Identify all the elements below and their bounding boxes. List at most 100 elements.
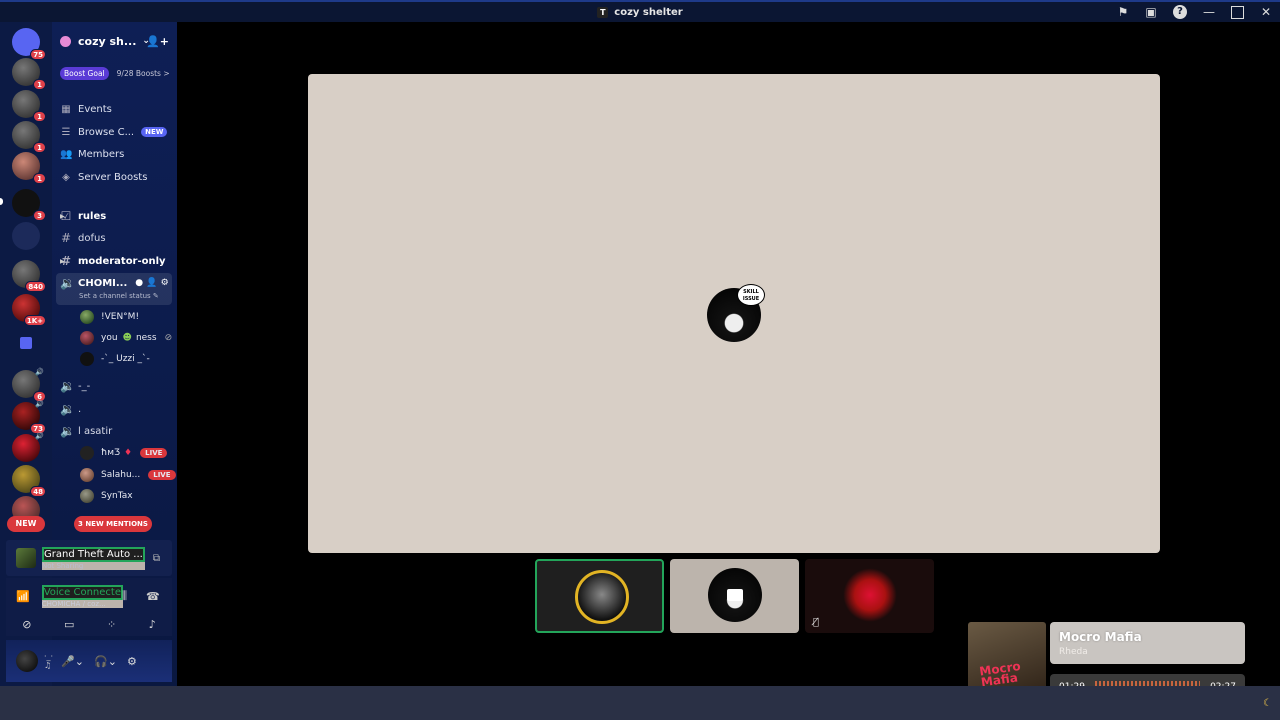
skill-issue-sticker: SKILL ISSUE (737, 284, 765, 306)
voice-channel[interactable]: 🔉 l asatir (60, 421, 175, 441)
disconnect-icon[interactable]: ☎ (146, 590, 160, 603)
activity-text: Grand Theft Auto ... Not Sharing (42, 546, 145, 570)
album-art-title: Mocro Mafia (978, 658, 1022, 690)
channel-name: moderator-only (78, 255, 166, 267)
voice-user[interactable]: -`_ Uzzi _`- (80, 349, 150, 369)
server-badge: 840 (25, 281, 46, 292)
server-header[interactable]: cozy sh... ⌄ 👤+ (52, 26, 177, 56)
speaker-icon: 🔊 (35, 400, 44, 408)
microphone-icon[interactable]: 🎤⌄ (61, 655, 84, 668)
new-mentions-pill[interactable]: 3 NEW MENTIONS (74, 516, 152, 532)
voice-user-name: Salahu... (101, 470, 141, 480)
voice-buttons: ⊘ ▭ ⁘ ♪ (6, 612, 172, 636)
caret-icon: ▶ (60, 212, 65, 220)
channel-name: . (78, 403, 82, 415)
headphones-icon[interactable]: 🎧⌄ (94, 655, 117, 668)
new-unreads-pill[interactable]: NEW (7, 516, 45, 532)
speaker-icon: 🔉 (60, 276, 75, 290)
server-icon[interactable] (12, 222, 40, 250)
voice-user[interactable]: !VEN°M! (80, 307, 139, 327)
close-button[interactable]: ✕ (1252, 5, 1280, 19)
inbox-icon[interactable]: ▣ (1137, 5, 1165, 19)
channel-rules[interactable]: ▶ ☑ rules (60, 206, 175, 226)
home-icon[interactable]: 75 (12, 28, 46, 60)
activity-panel[interactable]: Grand Theft Auto ... Not Sharing ⧉ (6, 540, 172, 576)
noise-suppression-icon[interactable]: ⫼ (122, 589, 127, 603)
avatar[interactable] (16, 650, 38, 672)
stream-stage[interactable]: SKILL ISSUE (308, 74, 1160, 553)
channel-status-prompt[interactable]: Set a channel status ✎ (79, 292, 159, 300)
calendar-icon: ▦ (61, 103, 71, 115)
voice-channel[interactable]: 🔉 -_- (60, 376, 175, 396)
mic-muted-icon: 🎙̸ (813, 617, 820, 628)
channel-actions-icons[interactable]: ● 👤 ⚙ (135, 278, 168, 288)
maximize-button[interactable] (1231, 5, 1244, 19)
screen-share-icon[interactable]: ▭ (64, 618, 74, 631)
screen-share-icon[interactable]: ⧉ (153, 553, 160, 564)
server-icon[interactable]: 1K+ (12, 294, 46, 326)
voice-channel-chomicha[interactable]: 🔉 CHOMI... ● 👤 ⚙ (60, 273, 175, 293)
nav-members[interactable]: 👥 Members (60, 144, 175, 164)
channel-name: CHOMI... (78, 277, 128, 289)
server-name: cozy sh... (78, 34, 137, 48)
server-badge: 48 (30, 486, 46, 497)
voice-user-name: -`_ Uzzi _`- (101, 354, 150, 364)
server-icon[interactable]: 🔊 6 (12, 368, 46, 402)
voice-user[interactable]: you ☻ ness ⊘ (80, 328, 172, 348)
window-title: Tcozy shelter (0, 6, 1280, 18)
activities-icon[interactable]: ⁘ (107, 618, 116, 631)
server-icon[interactable]: 1 (12, 58, 46, 90)
nav-browse-channels[interactable]: ☰ Browse C... NEW (60, 122, 175, 142)
help-icon[interactable]: ? (1173, 5, 1187, 19)
server-icon[interactable]: 🔊 73 (12, 400, 46, 434)
soundboard-icon[interactable]: ♪ (149, 618, 156, 631)
emoji-icon: ☻ (122, 333, 132, 343)
participant-tile-speaking[interactable] (535, 559, 664, 633)
server-icon[interactable]: 1 (12, 121, 46, 153)
nav-server-boosts[interactable]: ◈ Server Boosts (60, 167, 175, 187)
speaker-icon: 🔊 (35, 368, 44, 376)
settings-gear-icon[interactable]: ⚙ (127, 655, 137, 668)
nav-events[interactable]: ▦ Events (60, 99, 175, 119)
server-icon[interactable]: 1 (12, 152, 46, 184)
camera-off-icon[interactable]: ⊘ (22, 618, 31, 631)
channel-name: -_- (78, 380, 91, 392)
server-icon[interactable]: 840 (12, 260, 46, 292)
participant-tile[interactable] (670, 559, 799, 633)
new-tag: NEW (141, 127, 168, 137)
user-status-icon[interactable]: ·_· ♫ (44, 652, 53, 670)
signal-icon[interactable]: 📶 (16, 590, 30, 603)
boost-goal[interactable]: Boost Goal 9/28 Boosts > (60, 65, 170, 81)
add-member-icon[interactable]: 👤+ (146, 35, 169, 48)
voice-channel[interactable]: 🔉. (60, 399, 175, 419)
browse-icon: ☰ (61, 126, 71, 138)
server-boost-icon (60, 35, 71, 47)
moon-icon: ☾ (1263, 698, 1272, 709)
voice-user[interactable]: SynTax (80, 486, 133, 506)
emoji-icon: ♦ (124, 448, 133, 458)
title-bar: Tcozy shelter ⚑ ▣ ? — ✕ (0, 0, 1280, 22)
voice-user[interactable]: Salahu... LIVE (80, 465, 176, 485)
server-icon[interactable]: 1 (12, 90, 46, 122)
voice-user[interactable]: ħᴍƷ ♦ LIVE (80, 443, 168, 463)
app-logo-icon: T (597, 6, 609, 18)
server-icon[interactable]: 🔊 (12, 432, 44, 462)
avatar (80, 331, 94, 345)
game-icon (16, 548, 36, 568)
boost-count: 9/28 Boosts > (116, 68, 170, 78)
participant-tile[interactable]: 🎙̸ (805, 559, 934, 633)
channel-name: l asatir (78, 425, 113, 437)
voice-user-name-extra: ness (135, 333, 157, 343)
channel-dofus[interactable]: # dofus (60, 228, 175, 248)
channel-moderator-only[interactable]: ▶ # moderator-only (60, 251, 175, 271)
voice-status: Voice Connecte (41, 584, 123, 600)
flag-icon[interactable]: ⚑ (1109, 5, 1137, 19)
voice-channel-path[interactable]: CHOMICHA / coz... (41, 599, 123, 608)
server-badge: 1 (33, 142, 46, 153)
folder-icon[interactable] (20, 337, 32, 349)
server-icon[interactable]: 48 (12, 465, 46, 497)
server-icon-cozy-shelter[interactable]: 3 (12, 189, 46, 221)
minimize-button[interactable]: — (1195, 5, 1223, 19)
avatar (575, 570, 629, 624)
channel-name: dofus (78, 232, 106, 244)
